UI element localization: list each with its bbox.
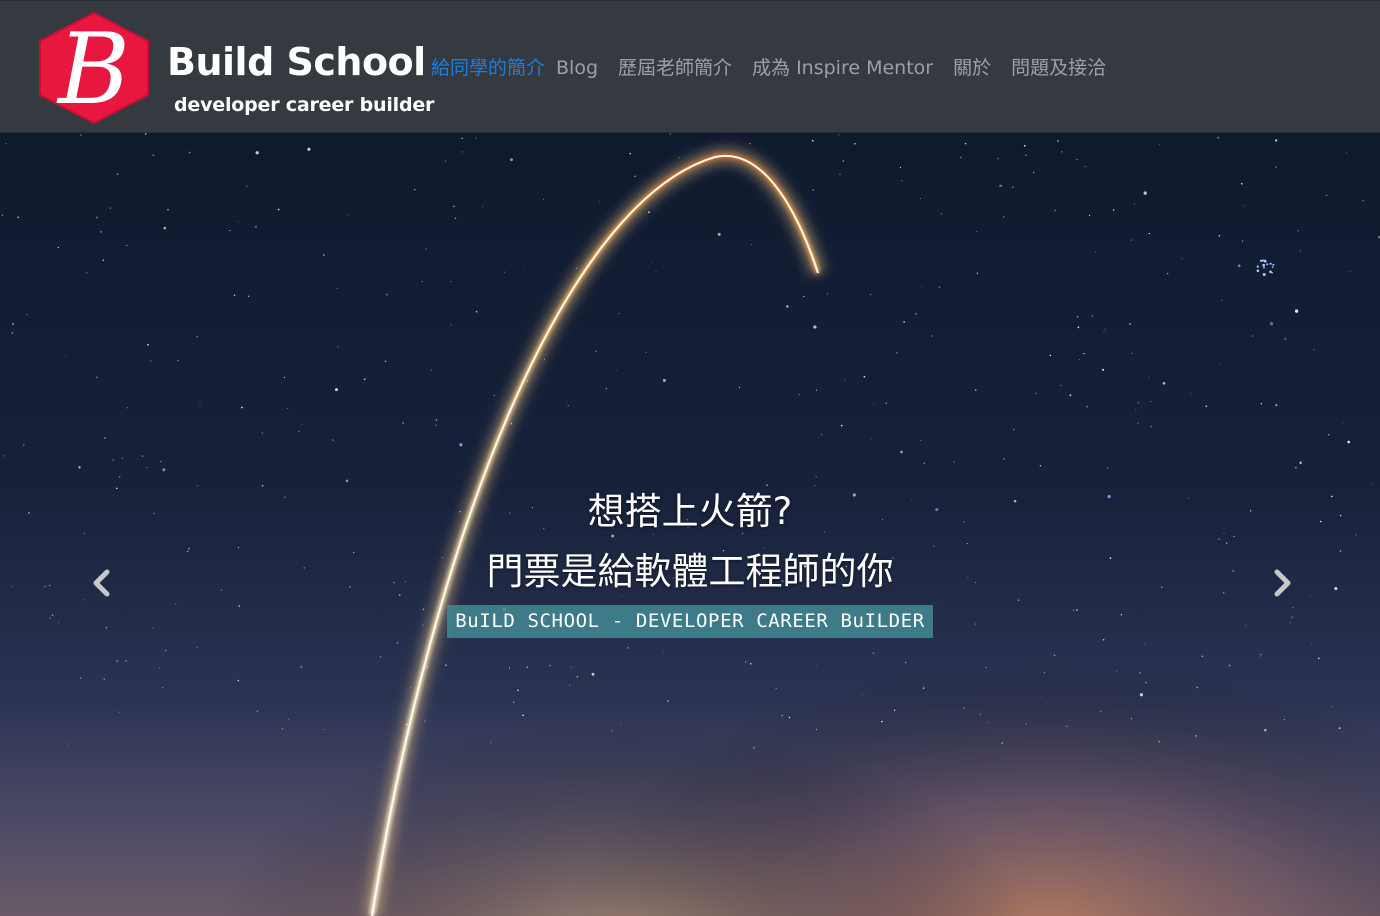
caption-headline: 想搭上火箭? — [587, 490, 793, 533]
carousel-prev-button[interactable] — [82, 563, 122, 603]
build-school-logo: B — [39, 11, 149, 125]
brand-tagline: developer career builder — [174, 94, 435, 116]
caption-badge: BuILD SCHOOL - DEVELOPER CAREER BuILDER — [447, 605, 933, 638]
hero-carousel: 想搭上火箭? 門票是給軟體工程師的你 BuILD SCHOOL - DEVELO… — [0, 133, 1380, 916]
nav-item-past-teachers[interactable]: 歷屆老師簡介 — [618, 53, 732, 83]
brand-title: Build School — [167, 40, 426, 84]
carousel-caption: 想搭上火箭? 門票是給軟體工程師的你 BuILD SCHOOL - DEVELO… — [0, 482, 1380, 638]
chevron-left-icon — [93, 569, 110, 597]
carousel-next-button[interactable] — [1262, 563, 1302, 603]
nav-item-inspire-mentor[interactable]: 成為 Inspire Mentor — [752, 53, 933, 83]
brand-link[interactable]: B Build School developer career builder — [36, 11, 434, 126]
nav-item-about[interactable]: 關於 — [953, 53, 991, 83]
nav-item-blog[interactable]: Blog — [556, 53, 598, 83]
caption-subheadline: 門票是給軟體工程師的你 — [486, 550, 894, 593]
main-nav: 給同學的簡介 Blog 歷屆老師簡介 成為 Inspire Mentor 關於 … — [431, 53, 1106, 83]
chevron-right-icon — [1274, 569, 1291, 597]
top-navbar: B Build School developer career builder … — [0, 0, 1380, 133]
logo-letter: B — [56, 13, 130, 125]
nav-item-contact[interactable]: 問題及接洽 — [1011, 53, 1106, 83]
nav-item-student-intro[interactable]: 給同學的簡介 — [431, 53, 545, 83]
